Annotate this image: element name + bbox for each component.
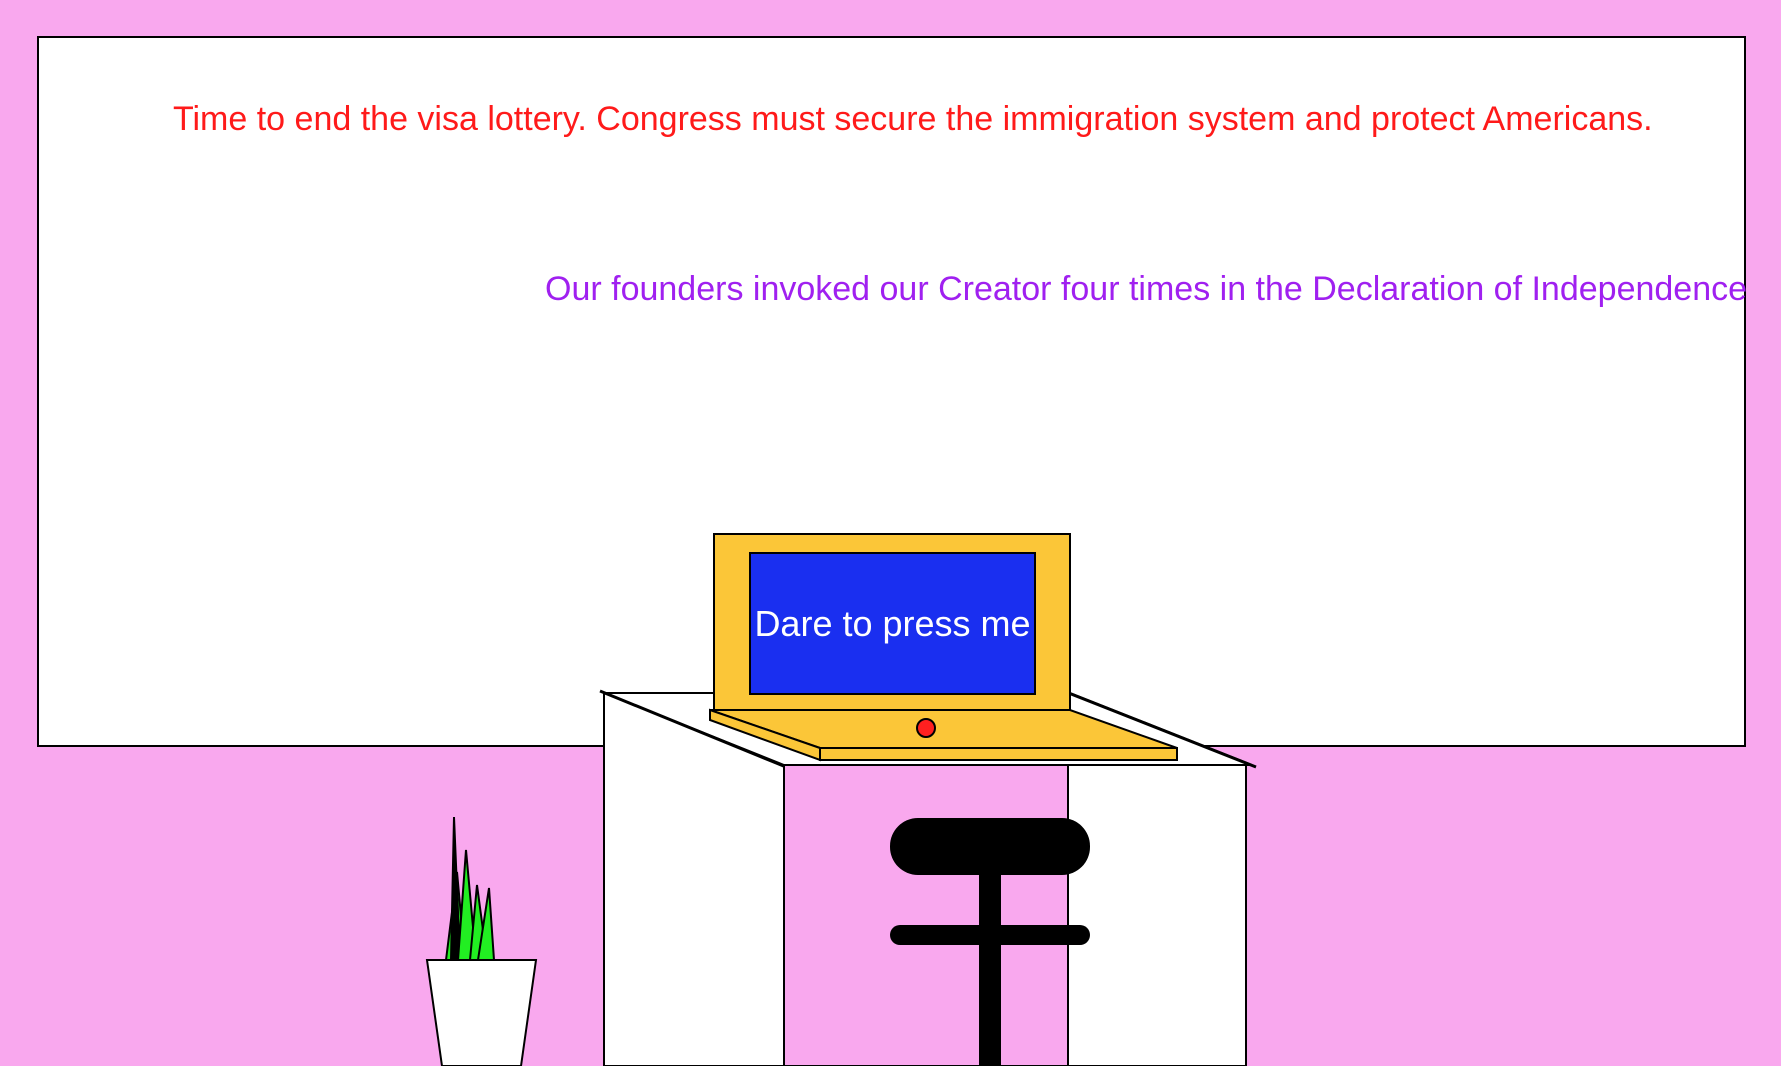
desk-opening <box>783 764 1069 1067</box>
right-edge <box>1781 0 1792 1078</box>
room-scene: Time to end the visa lottery. Congress m… <box>0 0 1792 1078</box>
potted-plant-icon <box>425 816 538 1067</box>
plant-pot <box>425 959 538 1067</box>
dare-button[interactable]: Dare to press me <box>749 552 1036 695</box>
furniture-drawing <box>425 533 1257 1067</box>
bottom-edge <box>0 1066 1792 1078</box>
desk-right-leg <box>1067 764 1247 1067</box>
scene-viewport: Time to end the visa lottery. Congress m… <box>0 0 1781 1078</box>
power-led-icon <box>916 718 936 738</box>
